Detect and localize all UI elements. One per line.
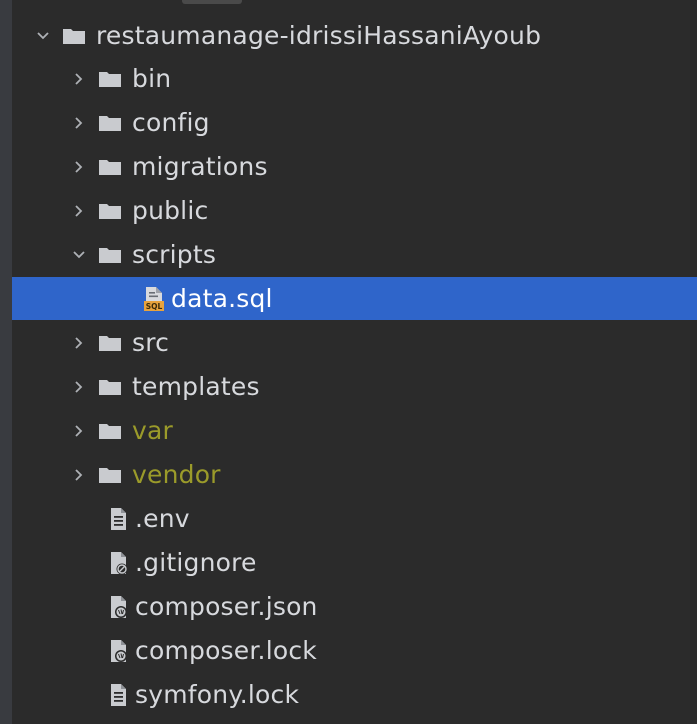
chevron-down-icon[interactable] — [34, 27, 52, 45]
folder-icon — [62, 27, 86, 45]
clipped-top-row — [12, 0, 697, 8]
tree-item-data-sql[interactable]: SQL data.sql — [12, 277, 697, 320]
tree-item-templates[interactable]: templates — [12, 365, 697, 408]
folder-icon — [98, 422, 122, 440]
folder-icon — [98, 114, 122, 132]
folder-icon — [98, 378, 122, 396]
chevron-right-icon[interactable] — [70, 422, 88, 440]
tree-item-migrations[interactable]: migrations — [12, 145, 697, 188]
tree-item-symfony-lock[interactable]: symfony.lock — [12, 673, 697, 716]
tree-item-label: templates — [132, 372, 260, 401]
tree-item-composer-lock[interactable]: composer.lock — [12, 629, 697, 672]
sql-file-icon: SQL — [143, 286, 165, 312]
chevron-right-icon[interactable] — [70, 70, 88, 88]
folder-icon — [98, 202, 122, 220]
chevron-down-icon[interactable] — [70, 246, 88, 264]
tree-item-label: migrations — [132, 152, 268, 181]
chevron-right-icon[interactable] — [70, 334, 88, 352]
project-tree-panel: restaumanage-idrissiHassaniAyoub bin con… — [0, 0, 697, 724]
tree-item-composer-json[interactable]: composer.json — [12, 585, 697, 628]
tree-root-label: restaumanage-idrissiHassaniAyoub — [96, 21, 542, 50]
tree-item-label: bin — [132, 64, 172, 93]
chevron-right-icon[interactable] — [70, 158, 88, 176]
tree-item-config[interactable]: config — [12, 101, 697, 144]
tree-item-label: .env — [135, 504, 190, 533]
folder-icon — [98, 158, 122, 176]
tree-item-src[interactable]: src — [12, 321, 697, 364]
chevron-right-icon[interactable] — [70, 114, 88, 132]
chevron-right-icon[interactable] — [70, 378, 88, 396]
chevron-right-icon[interactable] — [70, 202, 88, 220]
tree-item-label: scripts — [132, 240, 217, 269]
tree-item-env[interactable]: .env — [12, 497, 697, 540]
folder-icon — [98, 334, 122, 352]
text-file-icon — [107, 506, 129, 532]
svg-text:SQL: SQL — [146, 302, 163, 311]
folder-icon — [98, 466, 122, 484]
text-file-icon — [107, 682, 129, 708]
tree-item-label: vendor — [132, 460, 221, 489]
composer-file-icon — [107, 638, 129, 664]
tree-item-label: symfony.lock — [135, 680, 300, 709]
ignore-file-icon — [107, 550, 129, 576]
composer-file-icon — [107, 594, 129, 620]
tree-item-public[interactable]: public — [12, 189, 697, 232]
tree-item-label: composer.json — [135, 592, 318, 621]
folder-icon — [98, 70, 122, 88]
chevron-right-icon[interactable] — [70, 466, 88, 484]
tree-root-row[interactable]: restaumanage-idrissiHassaniAyoub — [12, 14, 697, 57]
tree-item-var[interactable]: var — [12, 409, 697, 452]
tree-item-label: composer.lock — [135, 636, 317, 665]
tree-item-label: public — [132, 196, 209, 225]
tree-item-bin[interactable]: bin — [12, 57, 697, 100]
tree-item-label: src — [132, 328, 170, 357]
tree-item-label: var — [132, 416, 173, 445]
tree-item-label: .gitignore — [135, 548, 257, 577]
tree-item-scripts[interactable]: scripts — [12, 233, 697, 276]
tree-item-gitignore[interactable]: .gitignore — [12, 541, 697, 584]
folder-icon — [98, 246, 122, 264]
tree-item-vendor[interactable]: vendor — [12, 453, 697, 496]
tree-item-label: data.sql — [171, 284, 273, 313]
tree-item-label: config — [132, 108, 210, 137]
tool-window-edge — [0, 0, 12, 724]
